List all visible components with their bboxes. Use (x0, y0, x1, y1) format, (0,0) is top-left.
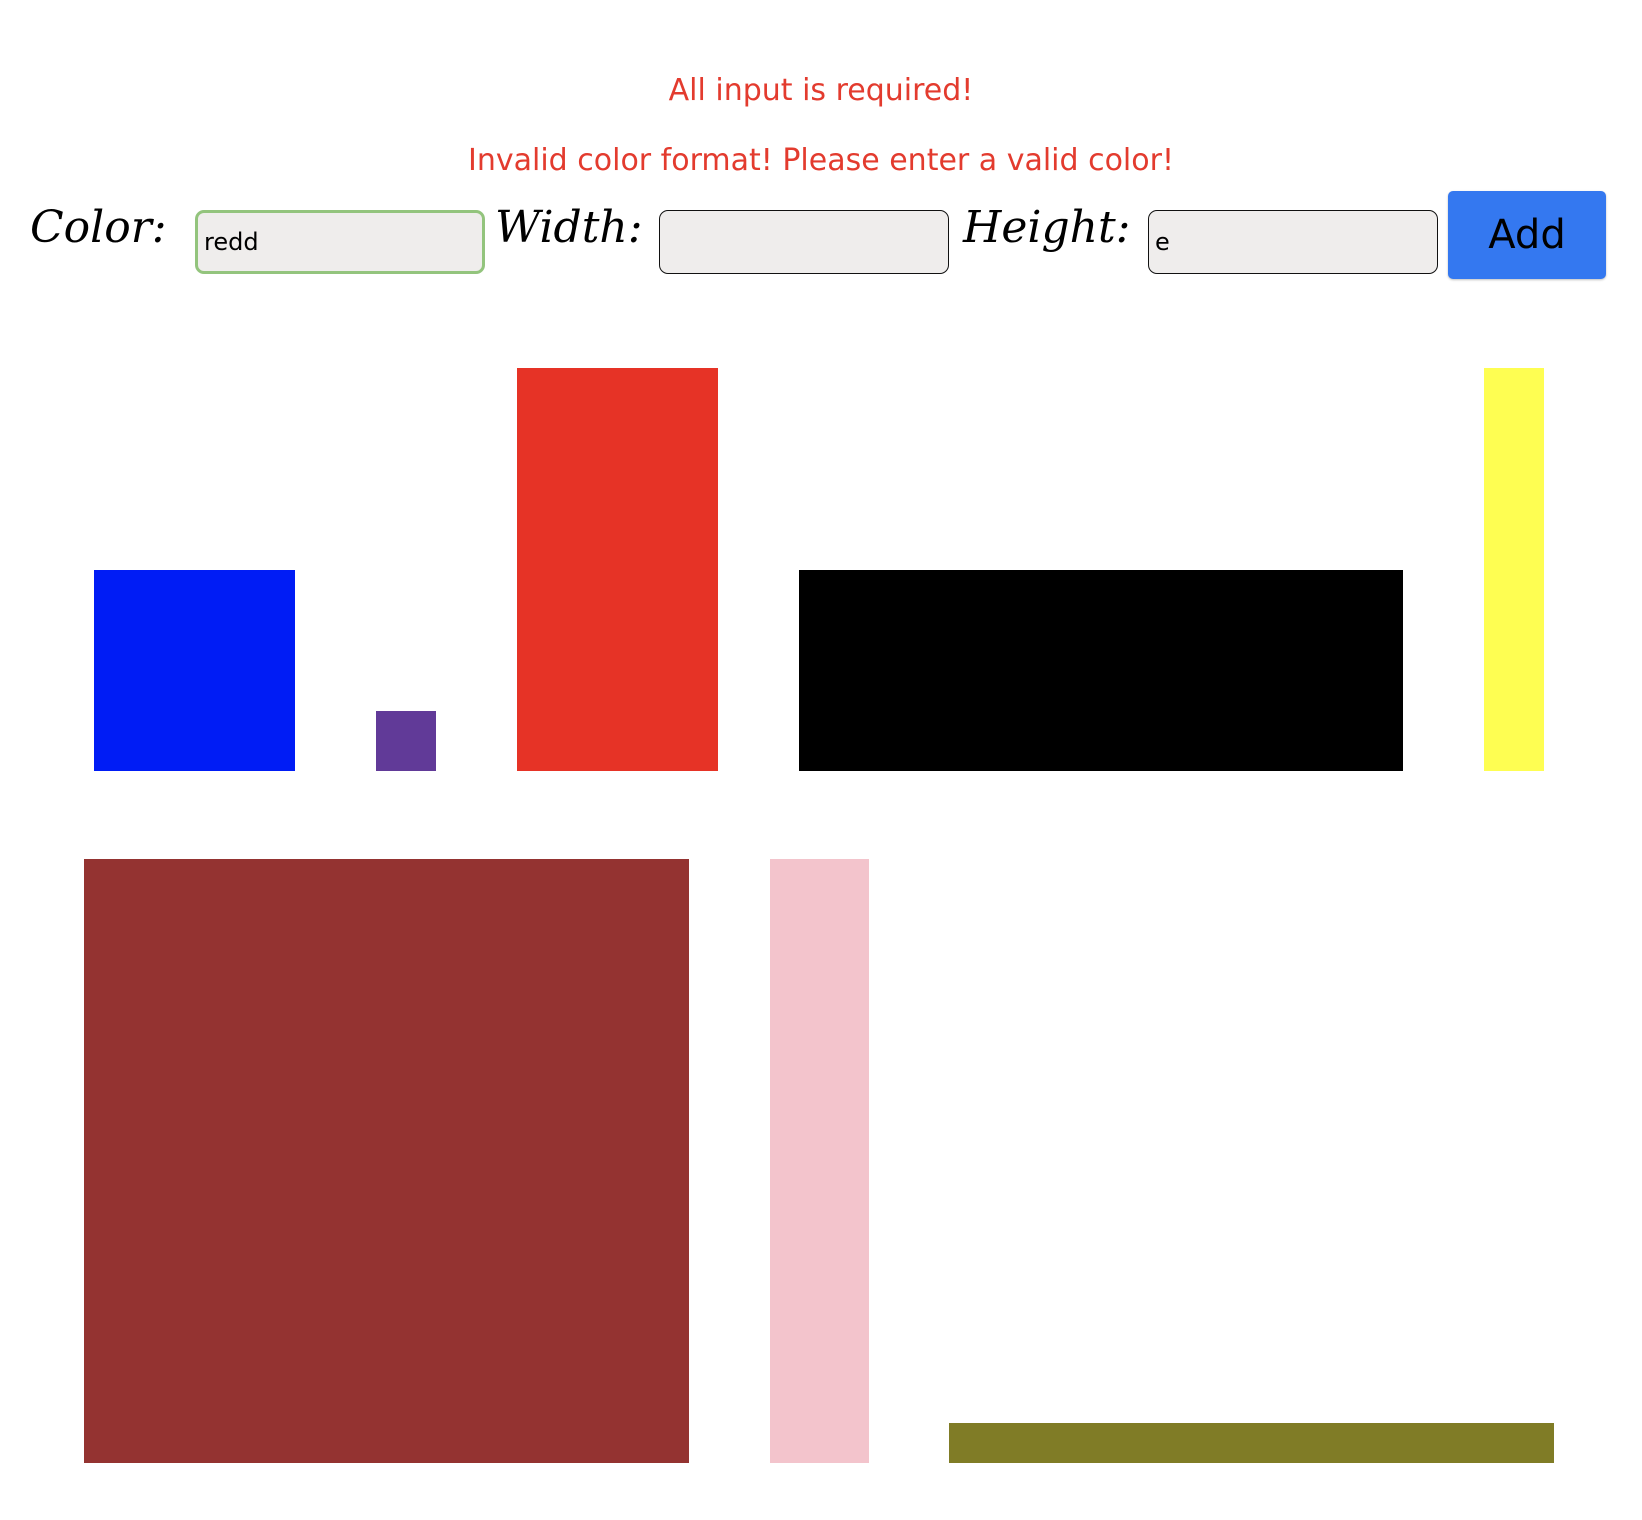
color-input[interactable] (195, 210, 485, 274)
required-error-message: All input is required! (668, 73, 974, 108)
blue-rectangle (94, 570, 295, 771)
color-label: Color: (30, 202, 167, 253)
height-label: Height: (963, 202, 1131, 253)
purple-rectangle (376, 711, 436, 771)
height-input[interactable] (1148, 210, 1438, 274)
black-rectangle (799, 570, 1403, 771)
yellow-rectangle (1484, 368, 1544, 771)
add-button[interactable]: Add (1448, 191, 1606, 279)
brown-rectangle (84, 859, 689, 1463)
pink-rectangle (770, 859, 869, 1463)
width-input[interactable] (659, 210, 949, 274)
width-label: Width: (495, 202, 643, 253)
olive-rectangle (949, 1423, 1554, 1463)
invalid-color-error-message: Invalid color format! Please enter a val… (468, 143, 1174, 178)
red-rectangle (517, 368, 718, 771)
